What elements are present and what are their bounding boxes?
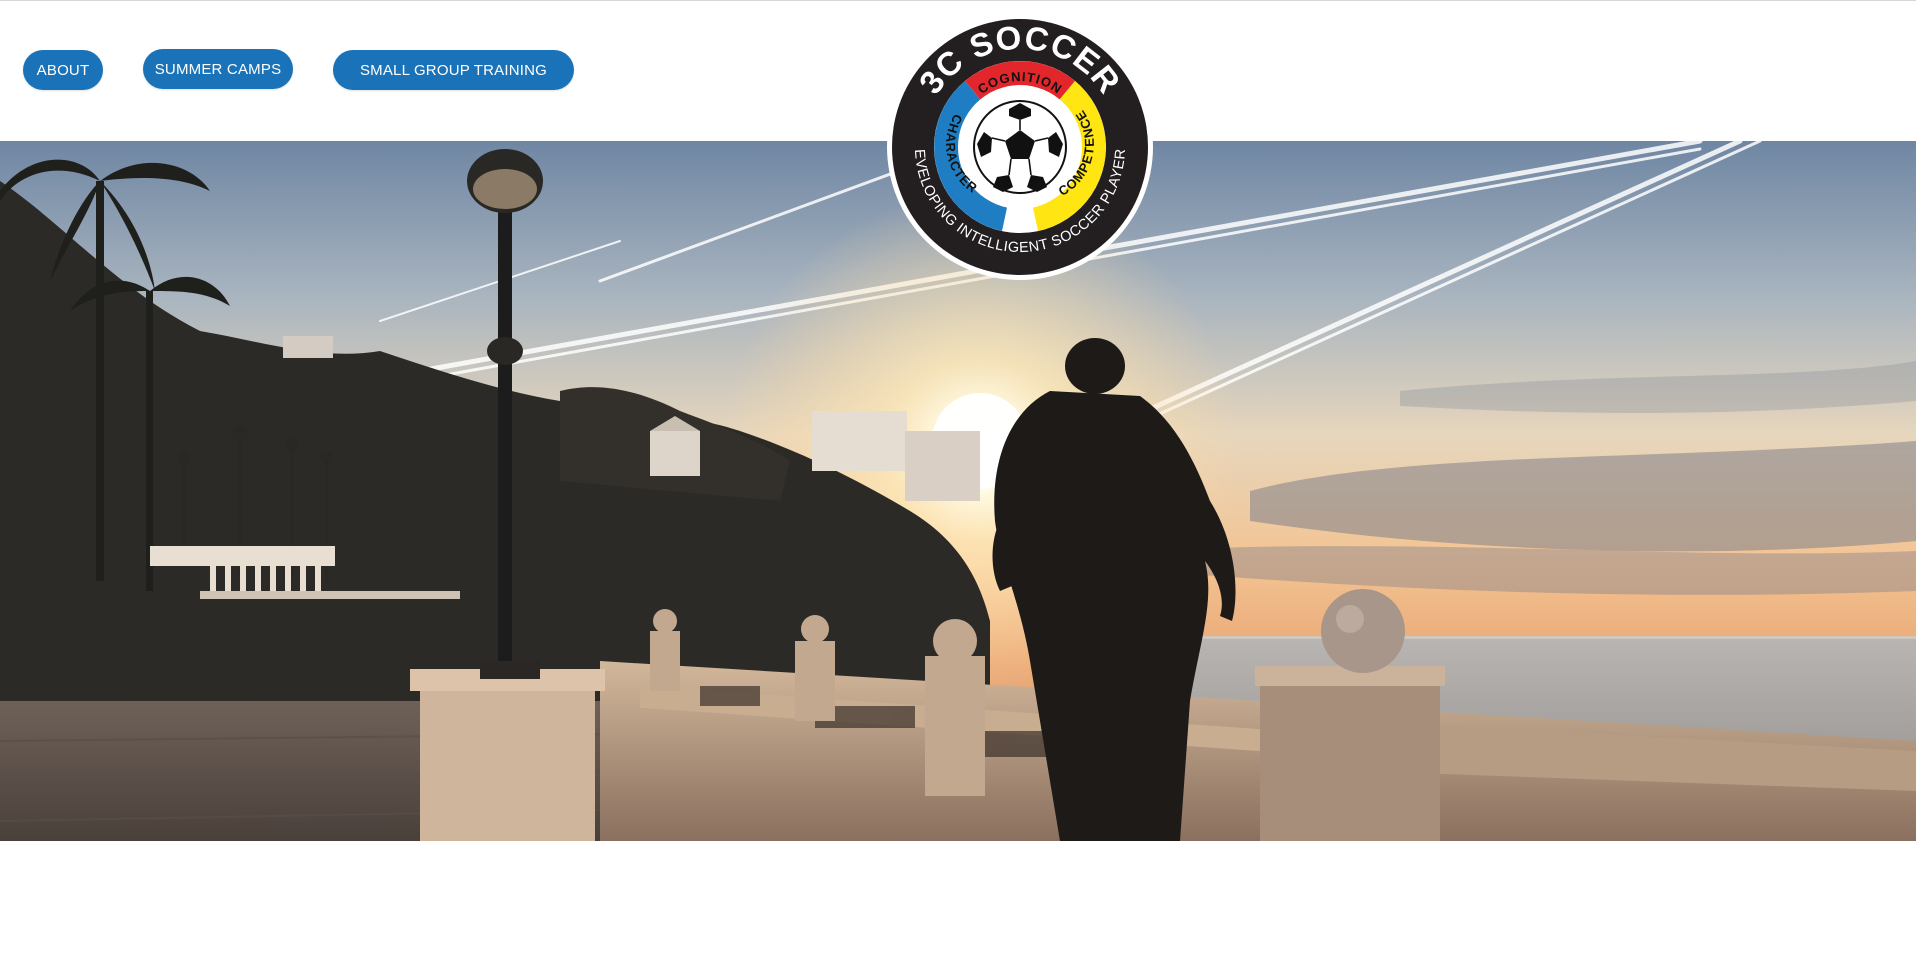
nav-small-group-training-button[interactable]: SMALL GROUP TRAINING [333,50,574,90]
nav-about-button[interactable]: ABOUT [23,50,103,90]
nav-summer-camps-button[interactable]: SUMMER CAMPS [143,49,293,89]
page-body-blank [0,841,1916,969]
soccer-ball-icon [973,100,1067,194]
site-logo[interactable]: 3C SOCCER DEVELOPING INTELLIGENT SOCCER … [880,0,1155,282]
